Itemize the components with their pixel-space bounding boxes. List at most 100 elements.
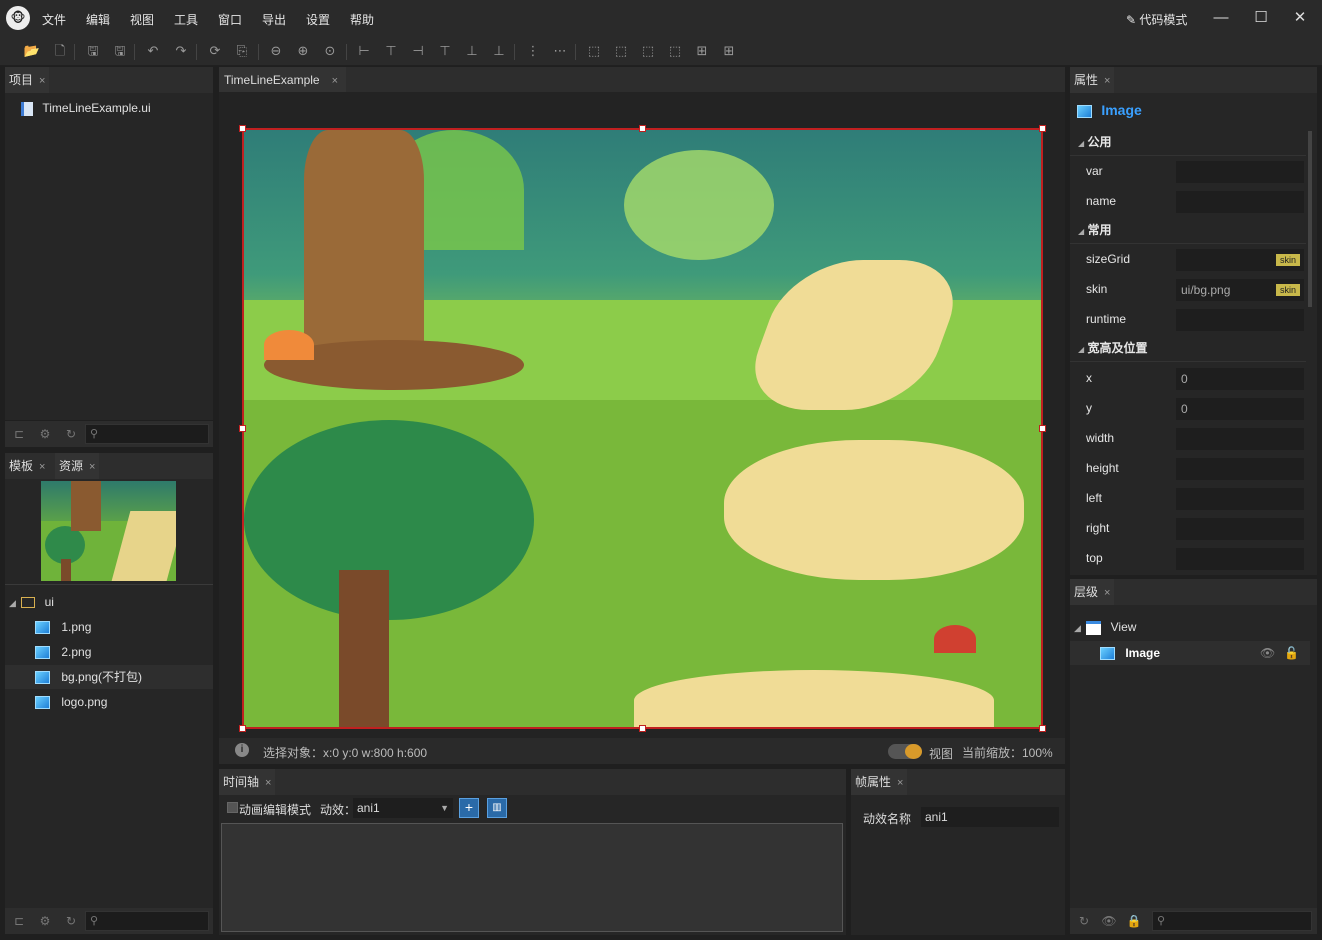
anim-select[interactable]: ani1 ▼ [353, 798, 453, 818]
resize-handle[interactable] [1039, 425, 1046, 432]
y-input[interactable]: 0 [1176, 398, 1304, 420]
project-search-input[interactable]: ⚲ [85, 424, 209, 444]
anim-name-input[interactable]: ani1 [921, 807, 1059, 827]
resize-handle[interactable] [639, 125, 646, 132]
folder-ui[interactable]: ◢ ui [9, 590, 54, 614]
asset-item[interactable]: 2.png [35, 640, 91, 664]
eye-icon[interactable]: 👁 [1101, 913, 1117, 929]
tab-timeline-example[interactable]: TimeLineExample × [219, 67, 347, 93]
new-file-icon[interactable]: 🗋 [50, 41, 70, 61]
h-space-icon[interactable]: ⊞ [692, 41, 712, 61]
menu-window[interactable]: 窗口 [218, 11, 242, 28]
refresh-icon[interactable]: ↻ [63, 426, 79, 442]
close-icon[interactable]: × [1104, 587, 1110, 599]
gear-icon[interactable]: ⚙ [37, 426, 53, 442]
size-fit-icon[interactable]: ⬚ [584, 41, 604, 61]
tab-frame-props[interactable]: 帧属性 × [851, 769, 908, 795]
left-input[interactable] [1176, 488, 1304, 510]
redo-icon[interactable]: ↷ [171, 41, 191, 61]
project-file-item[interactable]: TimeLineExample.ui [21, 96, 151, 120]
close-icon[interactable]: × [332, 75, 338, 87]
eye-icon[interactable]: 👁 [1260, 641, 1275, 665]
gear-icon[interactable]: ⚙ [37, 913, 53, 929]
resize-handle[interactable] [639, 725, 646, 732]
tab-assets[interactable]: 资源 × [55, 453, 100, 479]
asset-item-selected[interactable]: bg.png(不打包) [5, 665, 213, 689]
timeline-track-area[interactable] [221, 823, 843, 932]
menu-settings[interactable]: 设置 [306, 11, 330, 28]
align-middle-icon[interactable]: ⊥ [462, 41, 482, 61]
tab-project[interactable]: 项目 × [5, 67, 50, 93]
collapse-icon[interactable]: ⊏ [11, 913, 27, 929]
assets-search-input[interactable]: ⚲ [85, 911, 209, 931]
distribute-h-icon[interactable]: ⋮ [523, 41, 543, 61]
minimize-button[interactable]: — [1211, 8, 1231, 28]
skin-input[interactable]: ui/bg.png skin [1176, 279, 1304, 301]
right-input[interactable] [1176, 518, 1304, 540]
menu-file[interactable]: 文件 [42, 11, 66, 28]
layer-view[interactable]: ◢ View [1074, 615, 1136, 639]
menu-export[interactable]: 导出 [262, 11, 286, 28]
align-left-icon[interactable]: ⊢ [354, 41, 374, 61]
skin-tag[interactable]: skin [1275, 284, 1300, 296]
refresh-icon[interactable]: ⟳ [205, 41, 225, 61]
scene-image[interactable] [242, 128, 1043, 729]
section-common[interactable]: ◢ 公用 [1070, 128, 1306, 156]
undo-icon[interactable]: ↶ [143, 41, 163, 61]
resize-handle[interactable] [239, 125, 246, 132]
menu-help[interactable]: 帮助 [350, 11, 374, 28]
close-icon[interactable]: × [39, 461, 45, 473]
v-space-icon[interactable]: ⊞ [719, 41, 739, 61]
menu-tools[interactable]: 工具 [174, 11, 198, 28]
close-icon[interactable]: × [89, 461, 95, 473]
add-anim-button[interactable]: + [459, 798, 479, 818]
name-input[interactable] [1176, 191, 1304, 213]
refresh-icon[interactable]: ↻ [63, 913, 79, 929]
open-folder-icon[interactable]: 📂 [22, 41, 42, 61]
same-size-icon[interactable]: ⬚ [665, 41, 685, 61]
section-normal[interactable]: ◢ 常用 [1070, 216, 1306, 244]
align-right-icon[interactable]: ⊣ [408, 41, 428, 61]
collapse-icon[interactable]: ⊏ [11, 426, 27, 442]
align-bottom-icon[interactable]: ⊥ [489, 41, 509, 61]
layers-search-input[interactable]: ⚲ [1152, 911, 1312, 931]
resize-handle[interactable] [1039, 125, 1046, 132]
align-top-icon[interactable]: ⊤ [435, 41, 455, 61]
code-mode-button[interactable]: ✎ 代码模式 [1126, 11, 1187, 28]
resize-handle[interactable] [1039, 725, 1046, 732]
zoom-reset-icon[interactable]: ⊙ [320, 41, 340, 61]
resize-handle[interactable] [239, 725, 246, 732]
top-input[interactable] [1176, 548, 1304, 570]
same-height-icon[interactable]: ⬚ [638, 41, 658, 61]
menu-edit[interactable]: 编辑 [86, 11, 110, 28]
x-input[interactable]: 0 [1176, 368, 1304, 390]
skin-tag[interactable]: skin [1275, 254, 1300, 266]
close-icon[interactable]: × [897, 777, 903, 789]
save-all-icon[interactable]: 🖫 [110, 41, 130, 61]
tab-properties[interactable]: 属性 × [1070, 67, 1115, 93]
properties-scrollbar[interactable] [1308, 131, 1312, 307]
close-icon[interactable]: × [39, 75, 45, 87]
distribute-v-icon[interactable]: ⋯ [550, 41, 570, 61]
asset-item[interactable]: logo.png [35, 690, 107, 714]
resize-handle[interactable] [239, 425, 246, 432]
tab-timeline[interactable]: 时间轴 × [219, 769, 276, 795]
publish-icon[interactable]: ⎘ [232, 41, 252, 61]
tab-layers[interactable]: 层级 × [1070, 579, 1115, 605]
edit-mode-checkbox[interactable] [227, 802, 238, 813]
sizegrid-input[interactable]: skin [1176, 249, 1304, 271]
close-icon[interactable]: × [265, 777, 271, 789]
asset-item[interactable]: 1.png [35, 615, 91, 639]
unlock-icon[interactable]: 🔓 [1284, 641, 1299, 665]
maximize-button[interactable]: ☐ [1251, 8, 1271, 28]
height-input[interactable] [1176, 458, 1304, 480]
zoom-out-icon[interactable]: ⊖ [266, 41, 286, 61]
close-window-button[interactable]: ✕ [1290, 8, 1310, 28]
lock-icon[interactable]: 🔒 [1126, 913, 1142, 929]
save-icon[interactable]: 🖫 [83, 41, 103, 61]
menu-view[interactable]: 视图 [130, 11, 154, 28]
section-size-pos[interactable]: ◢ 宽高及位置 [1070, 334, 1306, 362]
same-width-icon[interactable]: ⬚ [611, 41, 631, 61]
width-input[interactable] [1176, 428, 1304, 450]
view-toggle[interactable] [888, 744, 922, 759]
